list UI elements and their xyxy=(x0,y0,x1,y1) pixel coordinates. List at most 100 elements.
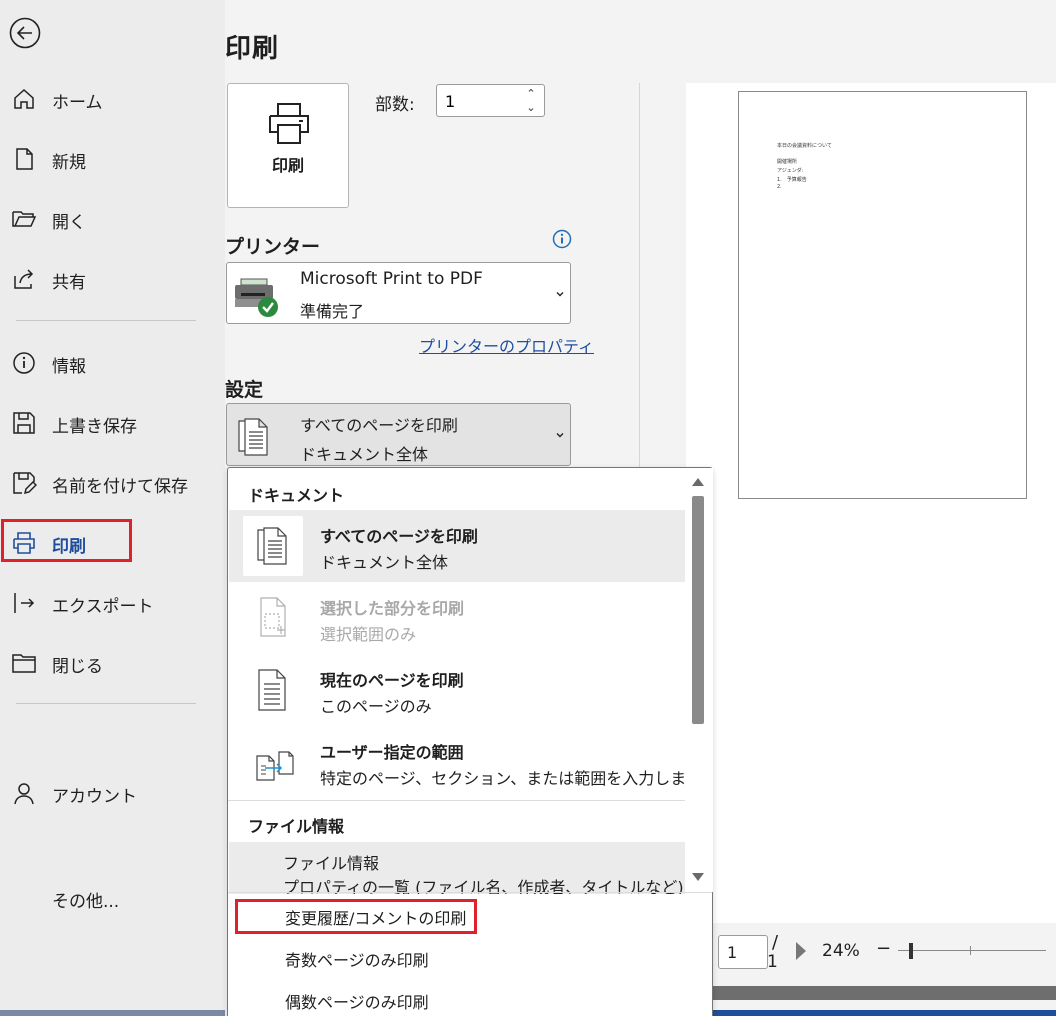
zoom-level: 24% xyxy=(822,941,860,961)
sidebar-item-label: 閉じる xyxy=(52,657,103,677)
menu-item-custom-range[interactable]: ユーザー指定の範囲 特定のページ、セクション、または範囲を入力します xyxy=(229,726,702,798)
menu-divider xyxy=(228,800,685,801)
zoom-slider-thumb[interactable] xyxy=(909,943,913,959)
chevron-down-icon xyxy=(554,429,566,441)
zoom-slider-track[interactable] xyxy=(898,950,1046,951)
current-page-icon xyxy=(243,660,303,720)
printer-section-title: プリンター xyxy=(225,236,321,258)
print-range-dropdown[interactable]: すべてのページを印刷 ドキュメント全体 xyxy=(226,403,571,466)
sidebar-item-close[interactable]: 閉じる xyxy=(0,640,225,684)
sidebar-item-label: ホーム xyxy=(52,93,103,113)
home-icon xyxy=(11,86,37,112)
preview-text-line: アジェンダ: xyxy=(777,168,804,174)
sidebar-item-label: 情報 xyxy=(52,357,86,377)
preview-text-line: 2. xyxy=(777,184,782,190)
menu-item-subtitle: 選択範囲のみ xyxy=(320,625,417,644)
menu-item-print-all[interactable]: すべてのページを印刷 ドキュメント全体 xyxy=(229,510,685,582)
close-folder-icon xyxy=(11,650,37,676)
share-icon xyxy=(11,266,37,292)
info-icon xyxy=(11,350,37,376)
menu-item-file-info[interactable]: ファイル情報 プロパティの一覧 (ファイル名、作成者、タイトルなど) xyxy=(229,842,685,894)
all-pages-icon xyxy=(236,415,272,457)
sidebar-item-export[interactable]: エクスポート xyxy=(0,580,225,624)
sidebar-item-save[interactable]: 上書き保存 xyxy=(0,400,225,444)
menu-section-file-info: ファイル情報 xyxy=(248,817,345,836)
printer-dropdown[interactable]: Microsoft Print to PDF 準備完了 xyxy=(226,262,571,324)
selection-icon xyxy=(243,588,303,648)
sidebar-item-info[interactable]: 情報 xyxy=(0,340,225,384)
option-print-markup[interactable]: 変更履歴/コメントの印刷 xyxy=(285,905,466,929)
sidebar-item-label: アカウント xyxy=(52,787,137,807)
preview-text-line: 1. 予算報告 xyxy=(777,177,807,183)
sidebar-item-account[interactable]: アカウント xyxy=(0,770,225,814)
printer-name: Microsoft Print to PDF xyxy=(300,269,483,289)
print-range-selected-title: すべてのページを印刷 xyxy=(300,416,458,435)
page-number-input[interactable]: 1 xyxy=(718,935,768,969)
export-icon xyxy=(11,590,37,616)
menu-item-title: すべてのページを印刷 xyxy=(320,527,478,546)
scroll-up-arrow-icon[interactable] xyxy=(691,477,705,487)
menu-item-subtitle: 特定のページ、セクション、または範囲を入力します xyxy=(320,769,703,788)
print-button[interactable]: 印刷 xyxy=(227,83,349,208)
sidebar-divider xyxy=(16,320,196,321)
menu-scrollbar-thumb[interactable] xyxy=(692,496,704,724)
preview-page: 本日の会議資料について 開催場所 アジェンダ: 1. 予算報告 2. xyxy=(738,91,1027,499)
menu-divider xyxy=(228,892,712,893)
preview-text-line: 本日の会議資料について xyxy=(777,143,832,149)
menu-item-title: ファイル情報 xyxy=(283,854,380,873)
sidebar-bottom-edge xyxy=(0,1010,225,1016)
menu-item-subtitle: このページのみ xyxy=(320,697,432,716)
save-icon xyxy=(11,410,37,436)
chevron-down-icon xyxy=(554,288,566,300)
zoom-out-button[interactable]: − xyxy=(876,938,891,959)
preview-text-line: 開催場所 xyxy=(777,159,798,165)
sidebar-item-label: 新規 xyxy=(52,153,86,173)
printer-ready-icon xyxy=(233,277,281,319)
horizontal-scrollbar[interactable] xyxy=(712,986,1056,1000)
menu-item-title: ユーザー指定の範囲 xyxy=(320,743,464,762)
menu-item-subtitle: プロパティの一覧 (ファイル名、作成者、タイトルなど) xyxy=(283,878,684,894)
custom-range-icon xyxy=(243,732,303,792)
sidebar-item-label: 開く xyxy=(52,213,86,233)
sidebar-item-print[interactable]: 印刷 xyxy=(0,520,225,564)
sidebar-item-open[interactable]: 開く xyxy=(0,196,225,240)
back-arrow-icon[interactable] xyxy=(8,16,42,50)
total-pages: 1 xyxy=(767,952,778,972)
save-as-icon xyxy=(11,470,37,496)
scroll-down-arrow-icon[interactable] xyxy=(691,872,705,882)
account-icon xyxy=(11,780,37,806)
copies-input[interactable] xyxy=(445,91,515,111)
zoom-slider-tick xyxy=(970,946,971,955)
copies-label: 部数: xyxy=(375,95,415,115)
sidebar-item-label: 印刷 xyxy=(52,537,86,557)
copies-stepper: ⌃ ⌄ xyxy=(436,84,545,117)
printer-status: 準備完了 xyxy=(300,302,365,321)
printer-properties-link[interactable]: プリンターのプロパティ xyxy=(419,333,594,357)
sidebar-item-label: その他... xyxy=(52,892,120,912)
print-range-menu: ドキュメント すべてのページを印刷 ドキュメント全体 選択した部分を印刷 選択範… xyxy=(227,467,713,1016)
settings-section-title: 設定 xyxy=(225,379,264,401)
next-page-icon[interactable] xyxy=(794,940,808,962)
menu-item-title: 選択した部分を印刷 xyxy=(320,599,465,618)
backstage-sidebar: ホーム 新規 開く 共有 情報 上書き保存 名前を付けて保存 印刷 エクスポート… xyxy=(0,0,225,1016)
status-bar-edge xyxy=(712,1010,1056,1016)
printer-icon xyxy=(266,100,312,146)
page-separator: / xyxy=(772,932,779,953)
sidebar-item-home[interactable]: ホーム xyxy=(0,76,225,120)
open-folder-icon xyxy=(11,206,37,232)
new-document-icon xyxy=(11,146,37,172)
menu-item-subtitle: ドキュメント全体 xyxy=(320,553,449,572)
option-print-odd-pages[interactable]: 奇数ページのみ印刷 xyxy=(285,947,429,971)
increment-arrow-icon[interactable]: ⌃ xyxy=(524,88,538,100)
sidebar-item-share[interactable]: 共有 xyxy=(0,256,225,300)
menu-item-print-selection: 選択した部分を印刷 選択範囲のみ xyxy=(229,582,685,654)
sidebar-item-new[interactable]: 新規 xyxy=(0,136,225,180)
decrement-arrow-icon[interactable]: ⌄ xyxy=(524,102,538,114)
all-pages-icon xyxy=(243,516,303,576)
sidebar-item-save-as[interactable]: 名前を付けて保存 xyxy=(0,460,225,504)
page-title: 印刷 xyxy=(225,34,280,64)
info-icon[interactable] xyxy=(552,229,572,249)
option-print-even-pages[interactable]: 偶数ページのみ印刷 xyxy=(285,989,429,1013)
sidebar-item-more[interactable]: その他... xyxy=(0,875,225,919)
menu-item-print-current[interactable]: 現在のページを印刷 このページのみ xyxy=(229,654,685,726)
